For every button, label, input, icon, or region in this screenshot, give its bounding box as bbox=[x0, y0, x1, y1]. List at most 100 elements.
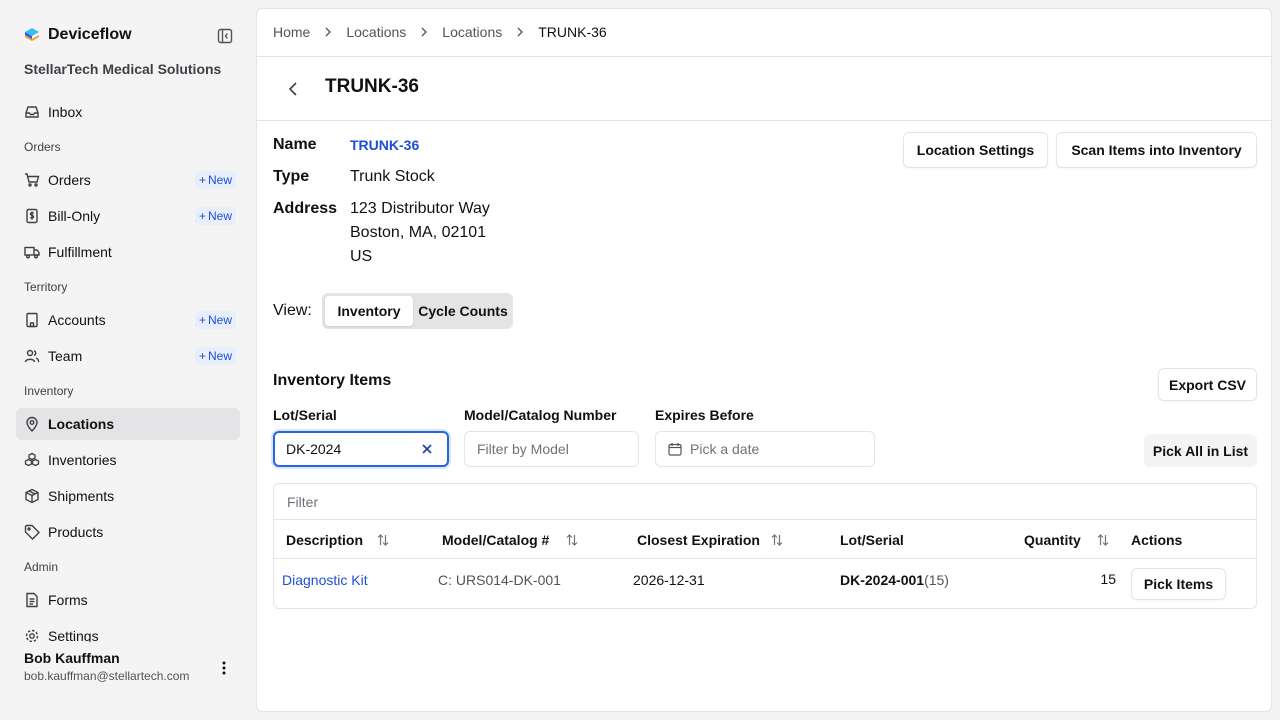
building-icon bbox=[24, 312, 40, 328]
sidebar-toggle-icon[interactable] bbox=[215, 26, 235, 46]
sidebar-item-orders[interactable]: Orders + New bbox=[16, 164, 240, 196]
brand[interactable]: Deviceflow bbox=[24, 26, 132, 44]
expires-date-picker[interactable]: Pick a date bbox=[655, 431, 875, 467]
inbox-icon bbox=[24, 104, 40, 120]
package-icon bbox=[24, 488, 40, 504]
cart-icon bbox=[24, 172, 40, 188]
sidebar-item-settings[interactable]: Settings bbox=[16, 620, 240, 642]
inventory-items-title: Inventory Items bbox=[273, 372, 392, 389]
sidebar-item-inbox[interactable]: Inbox bbox=[16, 96, 240, 128]
sidebar-item-accounts[interactable]: Accounts + New bbox=[16, 304, 240, 336]
breadcrumb-home[interactable]: Home bbox=[273, 24, 310, 40]
table-filter-input[interactable]: Filter bbox=[274, 484, 1256, 520]
column-header-expiration[interactable]: Closest Expiration bbox=[637, 532, 760, 548]
new-team-badge[interactable]: + New bbox=[194, 347, 236, 365]
sidebar-item-label: Products bbox=[48, 524, 104, 540]
new-bill-only-badge[interactable]: + New bbox=[194, 207, 236, 225]
sidebar-item-label: Locations bbox=[48, 416, 115, 432]
section-territory: Territory bbox=[24, 280, 68, 294]
plus-icon: + bbox=[198, 173, 206, 187]
chevron-right-icon bbox=[324, 27, 332, 37]
column-header-quantity[interactable]: Quantity bbox=[1024, 532, 1081, 548]
view-label: View: bbox=[273, 302, 312, 319]
sidebar-item-label: Shipments bbox=[48, 488, 115, 504]
view-toggle: Inventory Cycle Counts bbox=[322, 293, 513, 329]
users-icon bbox=[24, 348, 40, 364]
name-label: Name bbox=[273, 136, 317, 153]
view-option-inventory[interactable]: Inventory bbox=[325, 296, 413, 326]
clear-x-icon[interactable] bbox=[421, 443, 433, 455]
lot-serial-input[interactable]: DK-2024 bbox=[273, 431, 449, 467]
export-csv-button[interactable]: Export CSV bbox=[1158, 368, 1257, 401]
sidebar-item-label: Settings bbox=[48, 628, 99, 642]
pick-all-button[interactable]: Pick All in List bbox=[1144, 434, 1257, 467]
model-filter-input[interactable]: Filter by Model bbox=[464, 431, 639, 467]
address-line2: Boston, MA, 02101 bbox=[350, 224, 487, 241]
breadcrumb-locations-2[interactable]: Locations bbox=[442, 24, 502, 40]
chevron-right-icon bbox=[516, 27, 524, 37]
sidebar: Deviceflow StellarTech Medical Solutions… bbox=[0, 0, 256, 720]
new-order-badge[interactable]: + New bbox=[194, 171, 236, 189]
location-name-link[interactable]: TRUNK-36 bbox=[350, 137, 419, 153]
gear-icon bbox=[24, 628, 40, 642]
row-quantity: 15 bbox=[1100, 571, 1116, 587]
sort-icon[interactable] bbox=[770, 533, 784, 547]
sidebar-item-products[interactable]: Products bbox=[16, 516, 240, 548]
receipt-dollar-icon bbox=[24, 208, 40, 224]
type-value: Trunk Stock bbox=[350, 168, 435, 185]
breadcrumb-locations[interactable]: Locations bbox=[346, 24, 406, 40]
deviceflow-logo-icon bbox=[25, 28, 39, 41]
more-vertical-icon[interactable] bbox=[216, 658, 232, 678]
name-value: TRUNK-36 bbox=[350, 137, 419, 155]
location-settings-button[interactable]: Location Settings bbox=[903, 132, 1048, 168]
file-text-icon bbox=[24, 592, 40, 608]
address-label: Address bbox=[273, 200, 338, 217]
sort-icon[interactable] bbox=[565, 533, 579, 547]
scan-items-button[interactable]: Scan Items into Inventory bbox=[1056, 132, 1257, 168]
lot-serial-label: Lot/Serial bbox=[273, 407, 337, 423]
breadcrumb: Home Locations Locations TRUNK-36 bbox=[273, 24, 607, 40]
main-panel: Home Locations Locations TRUNK-36 TRUNK-… bbox=[256, 8, 1272, 712]
sidebar-item-label: Inventories bbox=[48, 452, 117, 468]
plus-icon: + bbox=[198, 209, 206, 223]
back-arrow-icon[interactable] bbox=[283, 79, 303, 99]
map-pin-icon bbox=[24, 416, 40, 432]
sidebar-item-team[interactable]: Team + New bbox=[16, 340, 240, 372]
row-description-link[interactable]: Diagnostic Kit bbox=[282, 572, 368, 588]
lot-serial-value: DK-2024 bbox=[286, 441, 342, 457]
sidebar-item-label: Accounts bbox=[48, 312, 106, 328]
address-line1: 123 Distributor Way bbox=[350, 200, 490, 217]
boxes-icon bbox=[24, 452, 40, 468]
expires-placeholder: Pick a date bbox=[690, 441, 760, 457]
divider bbox=[257, 120, 1271, 121]
calendar-icon bbox=[668, 442, 682, 456]
sidebar-item-label: Inbox bbox=[48, 104, 83, 120]
section-orders: Orders bbox=[24, 140, 61, 154]
user-profile[interactable]: Bob Kauffman bob.kauffman@stellartech.co… bbox=[24, 650, 189, 683]
sidebar-item-forms[interactable]: Forms bbox=[16, 584, 240, 616]
sidebar-item-fulfillment[interactable]: Fulfillment bbox=[16, 236, 240, 268]
sidebar-item-label: Forms bbox=[48, 592, 88, 608]
column-header-model[interactable]: Model/Catalog # bbox=[442, 532, 549, 548]
sidebar-item-locations[interactable]: Locations bbox=[16, 408, 240, 440]
sidebar-item-bill-only[interactable]: Bill-Only + New bbox=[16, 200, 240, 232]
view-option-cycle-counts[interactable]: Cycle Counts bbox=[415, 296, 511, 326]
new-account-badge[interactable]: + New bbox=[194, 311, 236, 329]
column-header-description[interactable]: Description bbox=[286, 532, 363, 548]
sort-icon[interactable] bbox=[376, 533, 390, 547]
sidebar-item-shipments[interactable]: Shipments bbox=[16, 480, 240, 512]
divider bbox=[257, 56, 1271, 57]
user-name: Bob Kauffman bbox=[24, 650, 120, 666]
plus-icon: + bbox=[198, 349, 206, 363]
sidebar-item-label: Orders bbox=[48, 172, 91, 188]
new-label: New bbox=[207, 349, 232, 363]
row-model: C: URS014-DK-001 bbox=[438, 572, 561, 588]
model-filter-placeholder: Filter by Model bbox=[477, 441, 569, 457]
sidebar-item-label: Bill-Only bbox=[48, 208, 101, 224]
org-name: StellarTech Medical Solutions bbox=[24, 61, 222, 77]
sidebar-item-inventories[interactable]: Inventories bbox=[16, 444, 240, 476]
sort-icon[interactable] bbox=[1096, 533, 1110, 547]
sidebar-item-label: Fulfillment bbox=[48, 244, 112, 260]
app-name: Deviceflow bbox=[48, 26, 132, 43]
pick-items-button[interactable]: Pick Items bbox=[1131, 568, 1226, 600]
